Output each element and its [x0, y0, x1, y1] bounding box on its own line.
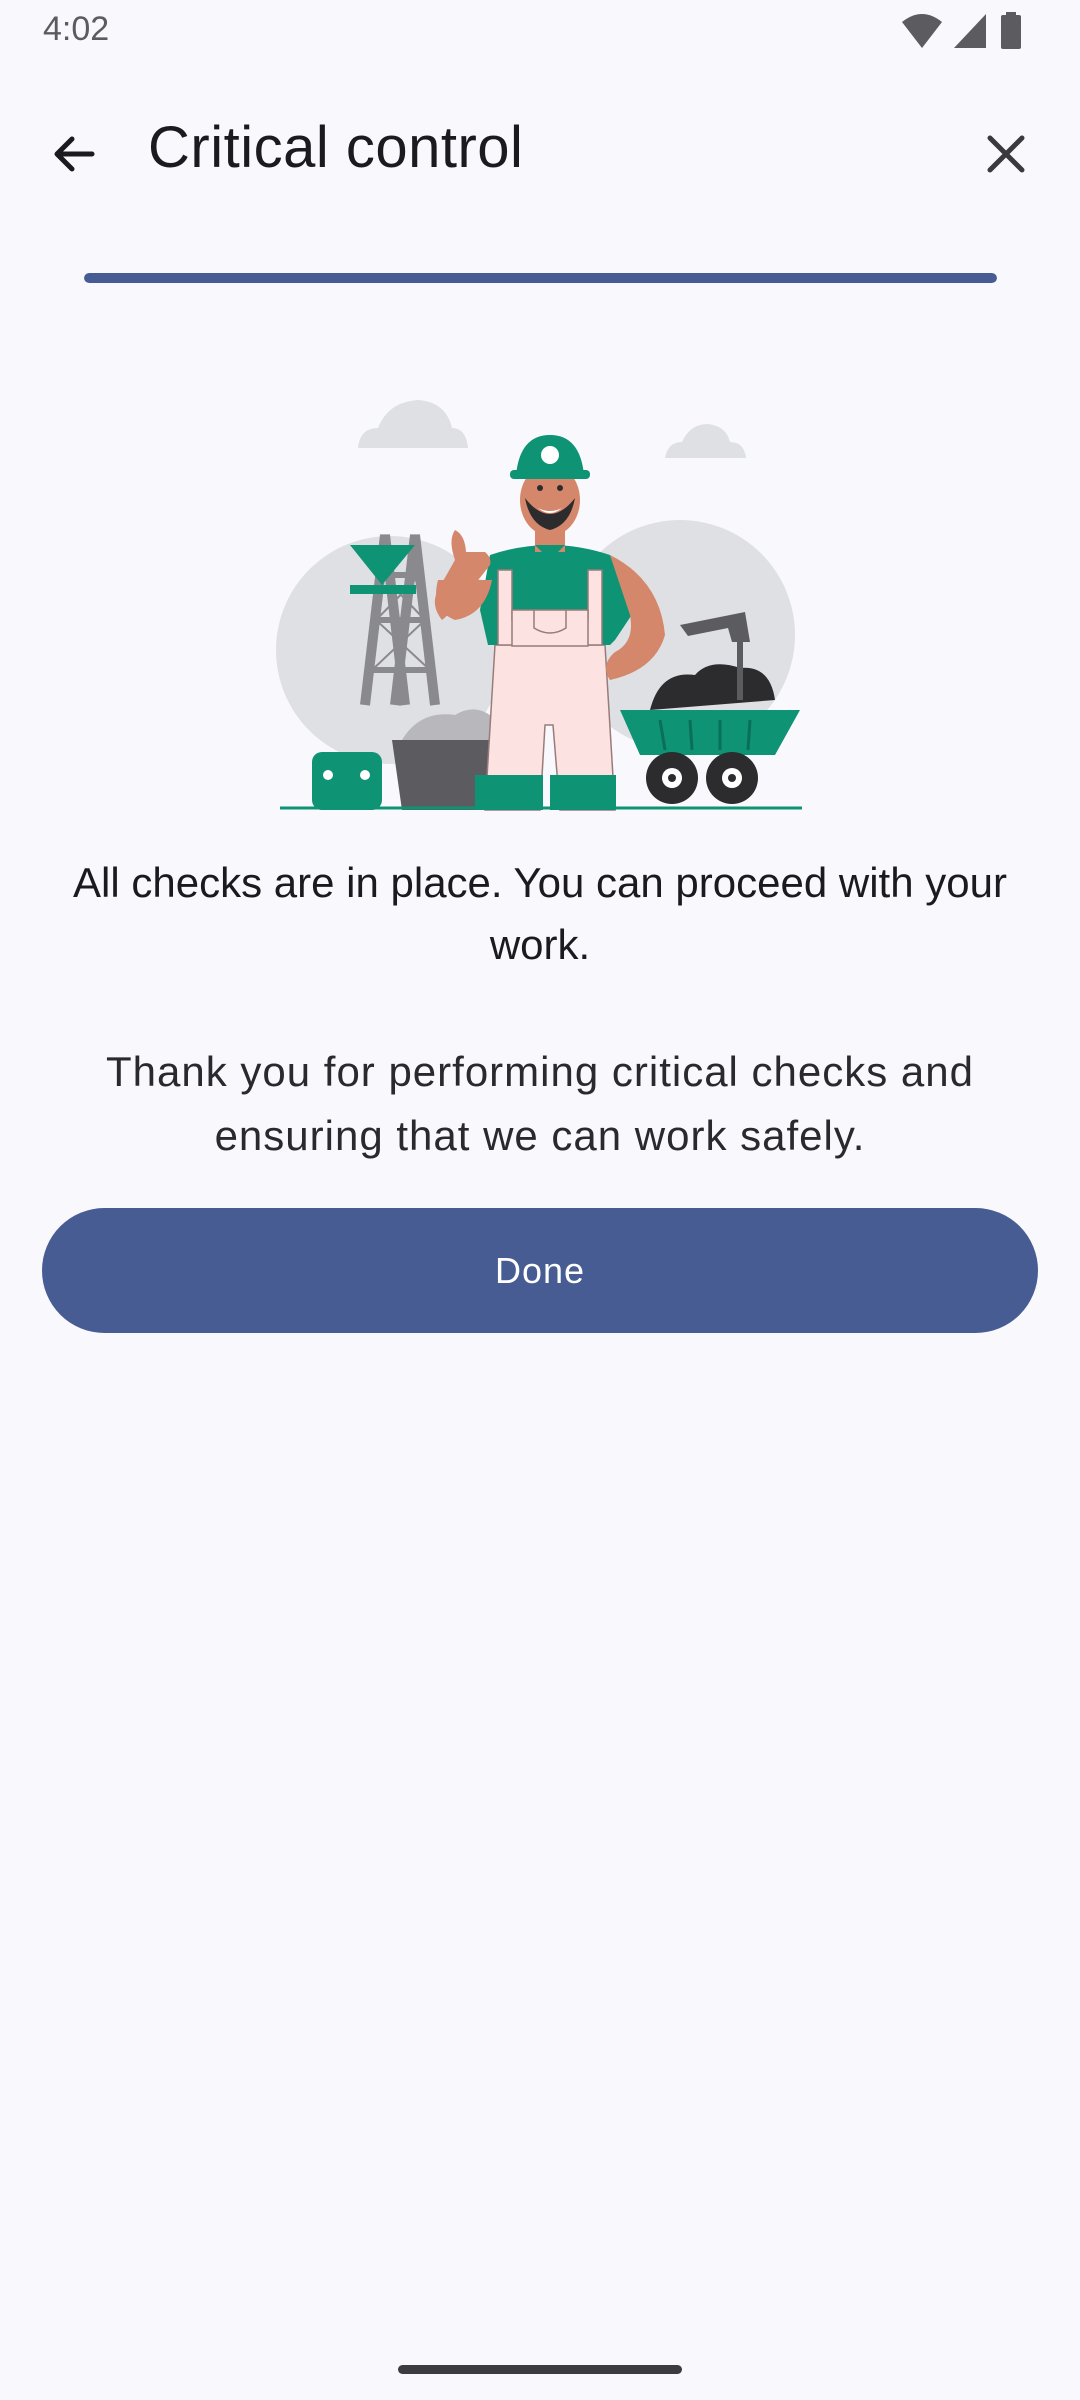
close-button[interactable]: [970, 118, 1042, 190]
close-icon: [987, 135, 1025, 173]
back-button[interactable]: [38, 118, 110, 190]
cellular-signal-icon: [954, 14, 986, 48]
arrow-back-icon: [54, 136, 95, 172]
home-indicator[interactable]: [398, 2365, 682, 2374]
page-title: Critical control: [148, 115, 524, 180]
status-bar: 4:02: [0, 0, 1080, 60]
miner-thumbs-up-illustration: [270, 380, 810, 820]
progress-bar-fill: [84, 273, 997, 283]
success-body-text: Thank you for performing critical checks…: [105, 1048, 975, 1159]
done-button-label: Done: [494, 1249, 586, 1291]
status-time: 4:02: [43, 10, 110, 48]
status-icons: [900, 12, 1040, 50]
success-headline: All checks are in place. You can proceed…: [73, 859, 1007, 968]
battery-icon: [1001, 12, 1021, 49]
progress-bar: [84, 273, 997, 283]
top-app-bar: Critical control: [0, 88, 1080, 208]
wifi-icon: [902, 14, 942, 48]
done-button[interactable]: Done: [42, 1208, 1038, 1333]
